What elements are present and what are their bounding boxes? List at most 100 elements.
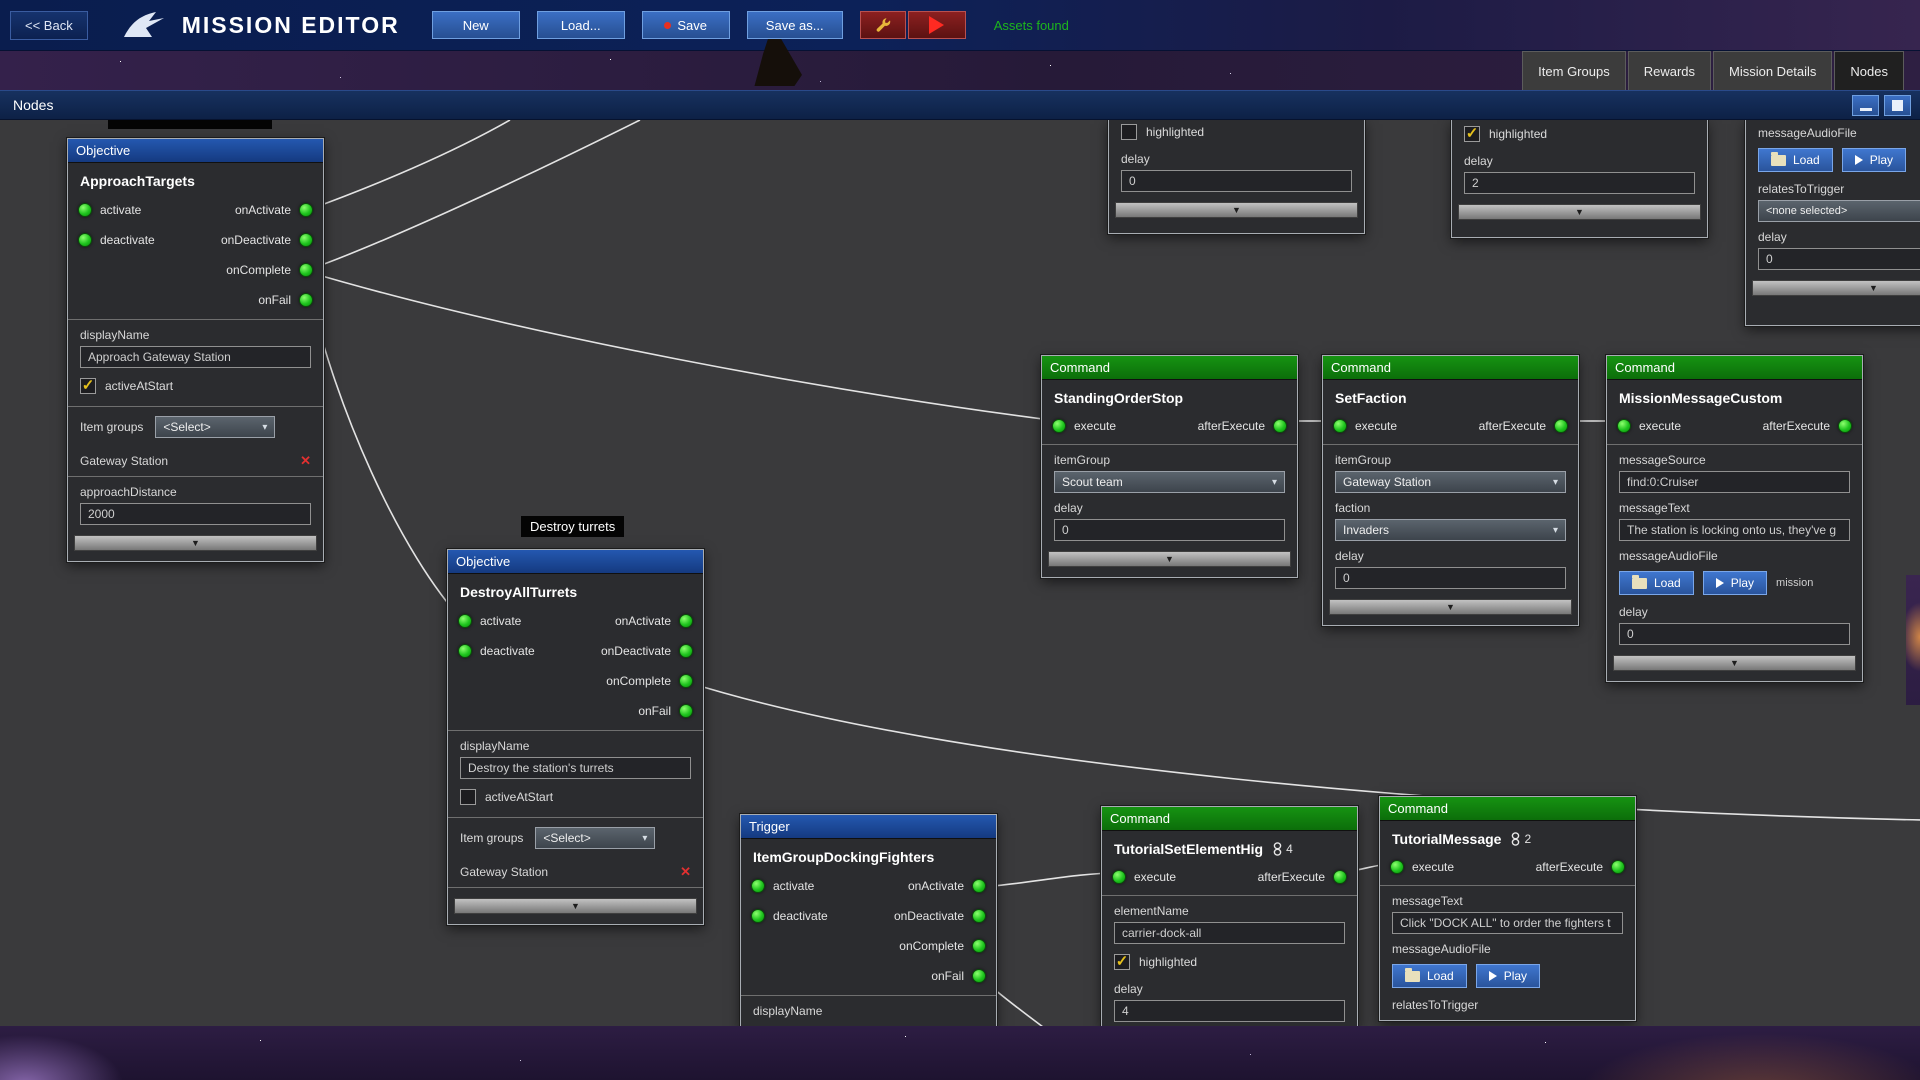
port-activate[interactable]: activate [751, 879, 822, 893]
port-oncomplete[interactable]: onComplete [598, 674, 693, 688]
node-header[interactable]: Command [1102, 807, 1357, 831]
output-port-icon[interactable] [1554, 419, 1568, 433]
save-as-button[interactable]: Save as... [746, 11, 843, 39]
load-mission-button[interactable]: Load... [536, 11, 625, 39]
port-onfail[interactable]: onFail [630, 704, 693, 718]
port-afterexecute[interactable]: afterExecute [1250, 870, 1347, 884]
message-text-input[interactable]: Click "DOCK ALL" to order the fighters t [1392, 912, 1623, 934]
highlighted-checkbox[interactable] [1121, 124, 1137, 140]
delay-input[interactable]: 0 [1758, 248, 1920, 270]
maximize-button[interactable] [1884, 95, 1911, 116]
active-at-start-checkbox[interactable]: ✓ [80, 378, 96, 394]
port-ondeactivate[interactable]: onDeactivate [213, 233, 313, 247]
tab-item-groups[interactable]: Item Groups [1522, 51, 1626, 90]
output-port-icon[interactable] [299, 233, 313, 247]
node-scrollbar[interactable]: ▼ [1048, 551, 1291, 567]
tab-rewards[interactable]: Rewards [1627, 51, 1711, 90]
relates-to-trigger-dropdown[interactable]: <none selected> ▾ [1758, 200, 1920, 222]
delay-input[interactable]: 2 [1464, 172, 1695, 194]
node-partial-top-b[interactable]: ✓ highlighted delay 2 ▼ [1451, 120, 1708, 238]
remove-item-button[interactable]: ✕ [680, 864, 691, 880]
port-oncomplete[interactable]: onComplete [218, 263, 313, 277]
output-port-icon[interactable] [1611, 860, 1625, 874]
node-header[interactable]: Command [1607, 356, 1862, 380]
node-partial-top-a[interactable]: highlighted delay 0 ▼ [1108, 120, 1365, 234]
port-onfail[interactable]: onFail [250, 293, 313, 307]
output-port-icon[interactable] [679, 674, 693, 688]
port-afterexecute[interactable]: afterExecute [1471, 419, 1568, 433]
output-port-icon[interactable] [679, 704, 693, 718]
input-port-icon[interactable] [751, 909, 765, 923]
node-command-setfaction[interactable]: Command SetFaction execute afterExecute … [1322, 355, 1579, 626]
output-port-icon[interactable] [679, 614, 693, 628]
input-port-icon[interactable] [1390, 860, 1404, 874]
item-group-dropdown[interactable]: Gateway Station ▾ [1335, 471, 1566, 493]
port-onfail[interactable]: onFail [923, 969, 986, 983]
input-port-icon[interactable] [1333, 419, 1347, 433]
node-header[interactable]: Command [1323, 356, 1578, 380]
output-port-icon[interactable] [972, 939, 986, 953]
port-activate[interactable]: activate [78, 203, 149, 217]
load-audio-button[interactable]: Load [1392, 964, 1467, 988]
node-header[interactable]: Command [1042, 356, 1297, 380]
input-port-icon[interactable] [458, 614, 472, 628]
input-port-icon[interactable] [751, 879, 765, 893]
port-execute[interactable]: execute [1390, 860, 1462, 874]
active-at-start-checkbox[interactable] [460, 789, 476, 805]
message-text-input[interactable]: The station is locking onto us, they've … [1619, 519, 1850, 541]
input-port-icon[interactable] [1112, 870, 1126, 884]
port-deactivate[interactable]: deactivate [458, 644, 543, 658]
node-header[interactable]: Objective [448, 550, 703, 574]
port-onactivate[interactable]: onActivate [607, 614, 693, 628]
item-groups-dropdown[interactable]: <Select> ▾ [155, 416, 276, 438]
tools-wrench-button[interactable] [859, 11, 906, 39]
highlighted-checkbox[interactable]: ✓ [1464, 126, 1480, 142]
run-mission-button[interactable] [907, 11, 966, 39]
port-activate[interactable]: activate [458, 614, 529, 628]
input-port-icon[interactable] [1617, 419, 1631, 433]
node-command-missionmessagecustom[interactable]: Command MissionMessageCustom execute aft… [1606, 355, 1863, 682]
port-onactivate[interactable]: onActivate [227, 203, 313, 217]
node-scrollbar[interactable]: ▼ [1115, 202, 1358, 218]
input-port-icon[interactable] [78, 233, 92, 247]
port-deactivate[interactable]: deactivate [751, 909, 836, 923]
output-port-icon[interactable] [299, 203, 313, 217]
node-objective-approachtargets[interactable]: Objective ApproachTargets activate onAct… [67, 138, 324, 562]
node-objective-destroyallturrets[interactable]: Objective DestroyAllTurrets activate onA… [447, 549, 704, 925]
node-scrollbar[interactable]: ▼ [1752, 280, 1920, 296]
output-port-icon[interactable] [972, 879, 986, 893]
port-execute[interactable]: execute [1333, 419, 1405, 433]
node-scrollbar[interactable]: ▼ [1458, 204, 1701, 220]
output-port-icon[interactable] [1333, 870, 1347, 884]
node-trigger-dockingfighters[interactable]: Trigger ItemGroupDockingFighters activat… [740, 814, 997, 1026]
port-ondeactivate[interactable]: onDeactivate [593, 644, 693, 658]
item-groups-dropdown[interactable]: <Select> ▾ [535, 827, 656, 849]
input-port-icon[interactable] [1052, 419, 1066, 433]
delay-input[interactable]: 0 [1619, 623, 1850, 645]
display-name-input[interactable]: Destroy the station's turrets [460, 757, 691, 779]
minimize-button[interactable] [1852, 95, 1879, 116]
message-source-input[interactable]: find:0:Cruiser [1619, 471, 1850, 493]
remove-item-button[interactable]: ✕ [300, 453, 311, 469]
node-header[interactable]: Command [1380, 797, 1635, 821]
node-scrollbar[interactable]: ▼ [74, 535, 317, 551]
node-scrollbar[interactable]: ▼ [1329, 599, 1572, 615]
load-audio-button[interactable]: Load [1758, 148, 1833, 172]
highlighted-checkbox[interactable]: ✓ [1114, 954, 1130, 970]
play-audio-button[interactable]: Play [1475, 964, 1541, 988]
delay-input[interactable]: 0 [1335, 567, 1566, 589]
node-label-cutoff[interactable] [108, 120, 272, 129]
node-command-standingorderstop[interactable]: Command StandingOrderStop execute afterE… [1041, 355, 1298, 578]
port-oncomplete[interactable]: onComplete [891, 939, 986, 953]
node-scrollbar[interactable]: ▼ [454, 898, 697, 914]
tab-mission-details[interactable]: Mission Details [1713, 51, 1833, 90]
save-button[interactable]: Save [641, 11, 730, 39]
delay-input[interactable]: 0 [1121, 170, 1352, 192]
output-port-icon[interactable] [299, 293, 313, 307]
load-audio-button[interactable]: Load [1619, 571, 1694, 595]
faction-dropdown[interactable]: Invaders ▾ [1335, 519, 1566, 541]
delay-input[interactable]: 0 [1054, 519, 1285, 541]
item-group-dropdown[interactable]: Scout team ▾ [1054, 471, 1285, 493]
output-port-icon[interactable] [1273, 419, 1287, 433]
node-label-destroy-turrets[interactable]: Destroy turrets [521, 516, 625, 537]
